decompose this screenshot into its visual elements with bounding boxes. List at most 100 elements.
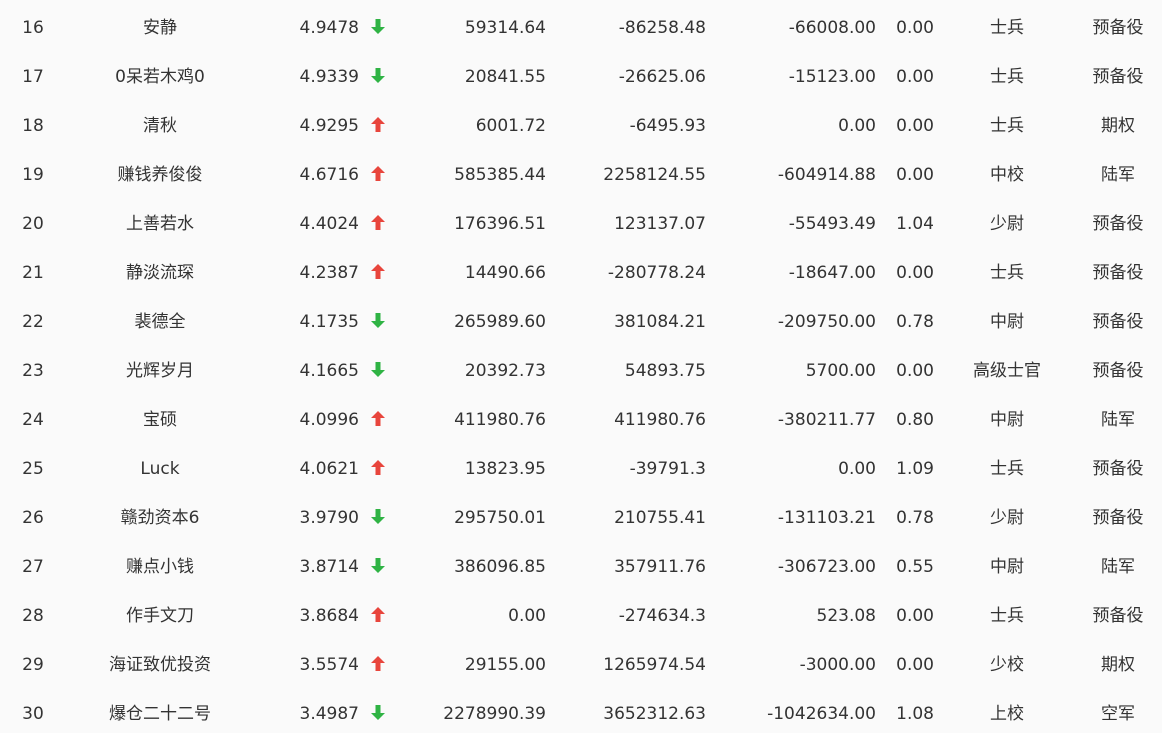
value1-cell: 13823.95 [464, 459, 546, 479]
value3-cell: 5700.00 [805, 361, 876, 381]
table-row[interactable]: 22 裴德全 4.1735 265989.60 381084.21 -209750.00 0… [0, 298, 1162, 347]
table-row[interactable]: 23 光辉岁月 4.1665 20392.73 54893.75 5700.00 0.00 高… [0, 347, 1162, 396]
value2-cell: 2258124.55 [603, 165, 706, 185]
table-row[interactable]: 18 清秋 4.9295 6001.72 -6495.93 0.00 0.00 士兵 期权 [0, 102, 1162, 151]
rank-cell: 29 [22, 655, 44, 675]
score-cell: 4.0996 [299, 410, 359, 430]
group-cell: 预备役 [1092, 606, 1144, 626]
military-rank-cell: 士兵 [990, 459, 1024, 479]
group-cell: 空军 [1101, 704, 1135, 724]
military-rank-cell: 士兵 [990, 18, 1024, 38]
rank-cell: 26 [22, 508, 44, 528]
value2-cell: 3652312.63 [603, 704, 706, 724]
value1-cell: 0.00 [508, 606, 546, 626]
score-cell: 4.0621 [299, 459, 359, 479]
name-cell: 赚钱养俊俊 [117, 165, 203, 185]
value2-cell: -39791.3 [629, 459, 706, 479]
table-row[interactable]: 16 安静 4.9478 59314.64 -86258.48 -66008.00 0.00… [0, 4, 1162, 53]
table-row[interactable]: 19 赚钱养俊俊 4.6716 585385.44 2258124.55 -604914.… [0, 151, 1162, 200]
value4-cell: 0.00 [896, 116, 934, 136]
rank-cell: 27 [22, 557, 44, 577]
value2-cell: -280778.24 [607, 263, 706, 283]
group-cell: 预备役 [1092, 361, 1144, 381]
table-row[interactable]: 17 0呆若木鸡0 4.9339 20841.55 -26625.06 -15123.00… [0, 53, 1162, 102]
military-rank-cell: 上校 [990, 704, 1024, 724]
value3-cell: 523.08 [816, 606, 876, 626]
table-row[interactable]: 27 赚点小钱 3.8714 386096.85 357911.76 -306723.00… [0, 543, 1162, 592]
table-row[interactable]: 29 海证致优投资 3.5574 29155.00 1265974.54 -3000.00… [0, 641, 1162, 690]
name-cell: 作手文刀 [126, 606, 194, 626]
value3-cell: -604914.88 [777, 165, 876, 185]
value1-cell: 6001.72 [475, 116, 546, 136]
group-cell: 陆军 [1101, 410, 1135, 430]
score-cell: 4.1735 [299, 312, 359, 332]
value1-cell: 386096.85 [454, 557, 546, 577]
table-row[interactable]: 21 静淡流琛 4.2387 14490.66 -280778.24 -18647.00 0… [0, 249, 1162, 298]
military-rank-cell: 中校 [990, 165, 1024, 185]
group-cell: 预备役 [1092, 67, 1144, 87]
value1-cell: 14490.66 [464, 263, 546, 283]
value2-cell: -86258.48 [618, 18, 706, 38]
arrow-down-icon [368, 543, 388, 592]
value3-cell: -380211.77 [777, 410, 876, 430]
value1-cell: 585385.44 [454, 165, 546, 185]
value1-cell: 411980.76 [454, 410, 546, 430]
score-cell: 3.9790 [299, 508, 359, 528]
value2-cell: 1265974.54 [603, 655, 706, 675]
table-row[interactable]: 30 爆仓二十二号 3.4987 2278990.39 3652312.63 -10426… [0, 690, 1162, 733]
value3-cell: 0.00 [838, 116, 876, 136]
score-cell: 4.9295 [299, 116, 359, 136]
value4-cell: 1.09 [896, 459, 934, 479]
group-cell: 预备役 [1092, 263, 1144, 283]
arrow-up-icon [368, 641, 388, 690]
value3-cell: -1042634.00 [767, 704, 876, 724]
value2-cell: 357911.76 [614, 557, 706, 577]
value4-cell: 0.80 [896, 410, 934, 430]
name-cell: 安静 [143, 18, 177, 38]
value1-cell: 20392.73 [464, 361, 546, 381]
military-rank-cell: 士兵 [990, 606, 1024, 626]
group-cell: 陆军 [1101, 165, 1135, 185]
name-cell: 宝硕 [143, 410, 177, 430]
rank-cell: 17 [22, 67, 44, 87]
value4-cell: 0.55 [896, 557, 934, 577]
name-cell: 爆仓二十二号 [109, 704, 211, 724]
name-cell: 上善若水 [126, 214, 194, 234]
value1-cell: 29155.00 [464, 655, 546, 675]
group-cell: 期权 [1101, 655, 1135, 675]
name-cell: 裴德全 [134, 312, 186, 332]
value3-cell: -131103.21 [777, 508, 876, 528]
military-rank-cell: 少尉 [990, 214, 1024, 234]
rank-cell: 20 [22, 214, 44, 234]
group-cell: 期权 [1101, 116, 1135, 136]
table-row[interactable]: 28 作手文刀 3.8684 0.00 -274634.3 523.08 0.00 士兵 预备役 [0, 592, 1162, 641]
value1-cell: 265989.60 [454, 312, 546, 332]
value1-cell: 20841.55 [464, 67, 546, 87]
value3-cell: -55493.49 [788, 214, 876, 234]
score-cell: 4.9478 [299, 18, 359, 38]
value2-cell: 54893.75 [624, 361, 706, 381]
arrow-down-icon [368, 298, 388, 347]
rank-cell: 23 [22, 361, 44, 381]
value2-cell: -6495.93 [629, 116, 706, 136]
rank-cell: 25 [22, 459, 44, 479]
value1-cell: 2278990.39 [443, 704, 546, 724]
score-cell: 4.1665 [299, 361, 359, 381]
table-row[interactable]: 20 上善若水 4.4024 176396.51 123137.07 -55493.49 1… [0, 200, 1162, 249]
value3-cell: -18647.00 [788, 263, 876, 283]
table-row[interactable]: 24 宝硕 4.0996 411980.76 411980.76 -380211.77 0.… [0, 396, 1162, 445]
military-rank-cell: 少校 [990, 655, 1024, 675]
group-cell: 预备役 [1092, 214, 1144, 234]
score-cell: 3.8684 [299, 606, 359, 626]
arrow-down-icon [368, 4, 388, 53]
value2-cell: 381084.21 [614, 312, 706, 332]
arrow-up-icon [368, 445, 388, 494]
value4-cell: 0.00 [896, 165, 934, 185]
military-rank-cell: 士兵 [990, 116, 1024, 136]
table-row[interactable]: 26 赣劲资本6 3.9790 295750.01 210755.41 -131103.2… [0, 494, 1162, 543]
value3-cell: 0.00 [838, 459, 876, 479]
rank-cell: 30 [22, 704, 44, 724]
rank-cell: 28 [22, 606, 44, 626]
value2-cell: 123137.07 [614, 214, 706, 234]
table-row[interactable]: 25 Luck 4.0621 13823.95 -39791.3 0.00 1.09 士兵 预备… [0, 445, 1162, 494]
